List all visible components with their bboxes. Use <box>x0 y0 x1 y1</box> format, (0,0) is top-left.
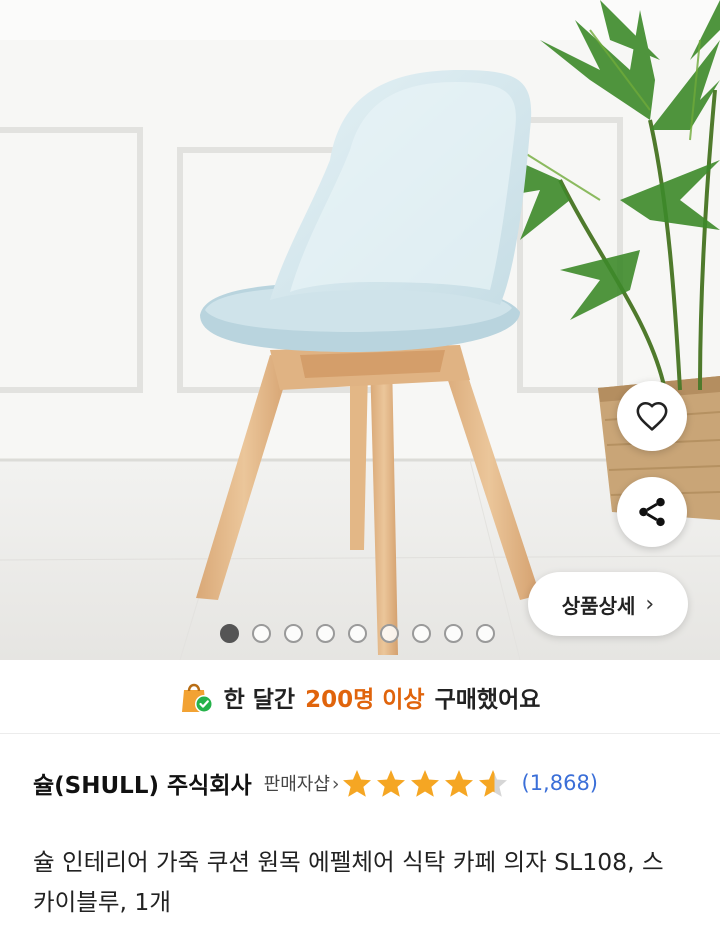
gallery-dot[interactable] <box>316 623 335 643</box>
product-title: 슐 인테리어 가죽 쿠션 원목 에펠체어 식탁 카페 의자 SL108, 스카이… <box>33 848 664 916</box>
seller-shop-label: 판매자샵 <box>263 774 330 795</box>
share-icon <box>639 497 665 527</box>
gallery-dot[interactable] <box>284 623 303 643</box>
banner-suffix: 구매했어요 <box>434 686 541 713</box>
shopping-bag-check-icon <box>181 683 213 713</box>
banner-highlight: 200명 이상 <box>305 686 425 713</box>
gallery-dot[interactable] <box>444 623 463 643</box>
review-count[interactable]: (1,868) <box>522 771 599 795</box>
seller-name[interactable]: 슐(SHULL) 주식회사 <box>33 766 252 800</box>
purchase-count-banner: 한 달간 200명 이상 구매했어요 <box>0 660 720 734</box>
gallery-dot[interactable] <box>348 623 367 643</box>
gallery-dot[interactable] <box>380 623 399 643</box>
gallery-pagination <box>220 622 495 644</box>
gallery-dot[interactable] <box>476 623 495 643</box>
chevron-right-icon: › <box>331 773 340 795</box>
gallery-dot[interactable] <box>412 623 431 643</box>
seller-rating-row: 슐(SHULL) 주식회사 판매자샵 › (1,868) <box>33 760 693 806</box>
product-image-gallery[interactable]: 상품상세 › <box>0 0 720 660</box>
rating-stars[interactable] <box>342 767 512 799</box>
banner-prefix: 한 달간 <box>223 686 296 713</box>
product-detail-label: 상품상세 <box>561 593 636 618</box>
product-detail-button[interactable]: 상품상세 › <box>528 572 688 636</box>
star-rating-icon <box>342 770 507 797</box>
gallery-dot-active[interactable] <box>220 623 239 643</box>
chevron-right-icon: › <box>645 591 655 617</box>
wishlist-button[interactable] <box>617 381 687 451</box>
product-photo <box>0 0 720 660</box>
gallery-dot[interactable] <box>252 623 271 643</box>
share-button[interactable] <box>617 477 687 547</box>
heart-outline-icon <box>636 401 668 431</box>
seller-shop-link[interactable]: 판매자샵 › <box>264 770 340 796</box>
